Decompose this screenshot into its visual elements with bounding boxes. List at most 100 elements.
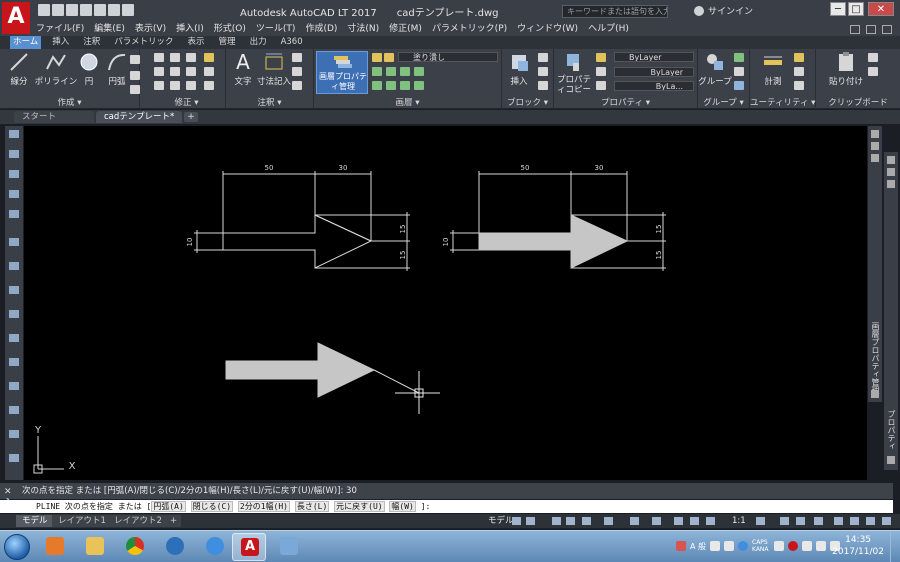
palette-line-icon[interactable] (9, 150, 19, 158)
arrow-outline[interactable] (222, 214, 373, 269)
print-icon[interactable] (94, 4, 106, 16)
new-icon[interactable] (38, 4, 50, 16)
hatch-icon[interactable] (130, 71, 140, 80)
lineweight-icon[interactable] (596, 81, 606, 90)
copy-icon[interactable] (154, 67, 164, 76)
palette-block-icon[interactable] (9, 334, 19, 342)
menu-tools[interactable]: ツール(T) (256, 22, 296, 36)
create-block-icon[interactable] (538, 53, 548, 62)
option-undo[interactable]: 元に戻す(U) (334, 501, 385, 512)
menu-parametric[interactable]: パラメトリック(P) (432, 22, 507, 36)
palette-mtext-icon[interactable] (9, 430, 19, 438)
paste-button[interactable]: 貼り付け (824, 51, 868, 87)
application-menu-button[interactable]: A (2, 2, 30, 34)
properties-palette[interactable]: プロパティ (884, 152, 898, 470)
polar-icon[interactable] (566, 517, 575, 525)
tab-manage[interactable]: 管理 (216, 36, 239, 49)
palette-close-icon[interactable] (871, 130, 879, 138)
search-input[interactable]: キーワードまたは語句を入力 (562, 5, 668, 18)
palette-options-icon[interactable] (871, 154, 879, 162)
tab-layout2[interactable]: レイアウト2 (108, 515, 168, 527)
palette-close-icon[interactable] (9, 130, 19, 138)
layer-properties-button[interactable]: 画層プロパティ管理 (316, 51, 368, 94)
tab-view[interactable]: 表示 (185, 36, 208, 49)
palette-cloud-icon[interactable] (9, 262, 19, 270)
redo-icon[interactable] (122, 4, 134, 16)
group-select-icon[interactable] (734, 81, 744, 90)
menu-draw[interactable]: 作成(D) (305, 22, 337, 36)
attribute-icon[interactable] (538, 81, 548, 90)
array-icon[interactable] (186, 81, 196, 90)
draw-panel-label[interactable]: 作成 ▾ (0, 96, 139, 108)
palette-text-icon[interactable] (9, 406, 19, 414)
option-close[interactable]: 閉じる(C) (190, 501, 234, 512)
open-icon[interactable] (52, 4, 64, 16)
dimension-button[interactable]: 寸法記入 (256, 51, 292, 87)
stretch-icon[interactable] (154, 81, 164, 90)
network-icon[interactable] (816, 541, 826, 551)
polyline-button[interactable]: ポリライン (35, 51, 77, 87)
minimize-button[interactable]: ─ (830, 2, 846, 16)
text-button[interactable]: A 文字 (228, 51, 258, 87)
command-line-input[interactable]: PLINE 次の点を指定 または [円弧(A) 閉じる(C) 2分の1幅(H) … (0, 500, 893, 513)
layer-properties-palette[interactable]: 画層プロパティ管理 (868, 126, 882, 402)
line-button[interactable]: 線分 (4, 51, 34, 87)
isometric-icon[interactable] (604, 517, 613, 525)
save-icon[interactable] (66, 4, 78, 16)
palette-ellipse-icon[interactable] (9, 310, 19, 318)
tab-insert[interactable]: 挿入 (49, 36, 72, 49)
layer-lock-icon[interactable] (386, 81, 396, 90)
clean-screen-icon[interactable] (850, 517, 859, 525)
layer-freeze-icon[interactable] (384, 53, 394, 62)
group-edit-icon[interactable] (734, 67, 744, 76)
drawing-close-button[interactable] (882, 24, 892, 34)
workspace-icon[interactable] (756, 517, 765, 525)
option-width[interactable]: 幅(W) (389, 501, 416, 512)
arrow-in-progress[interactable] (225, 342, 376, 398)
block-panel-label[interactable]: ブロック ▾ (502, 96, 553, 108)
quick-select-icon[interactable] (794, 53, 804, 62)
palette-autohide-icon[interactable] (871, 142, 879, 150)
erase-icon[interactable] (204, 53, 214, 62)
tab-model[interactable]: モデル (16, 515, 54, 527)
save-as-icon[interactable] (80, 4, 92, 16)
menu-edit[interactable]: 編集(E) (94, 22, 125, 36)
linetype-dropdown[interactable]: ByLayer (614, 67, 694, 77)
leader-icon[interactable] (292, 67, 302, 76)
new-tab-button[interactable]: + (184, 112, 198, 122)
palette2-close-icon[interactable] (887, 156, 895, 164)
copy-clip-icon[interactable] (868, 67, 878, 76)
add-layout-button[interactable]: + (166, 515, 182, 527)
fillet-icon[interactable] (186, 67, 196, 76)
tab-output[interactable]: 出力 (247, 36, 270, 49)
mirror-icon[interactable] (170, 67, 180, 76)
groups-panel-label[interactable]: グループ ▾ (698, 96, 749, 108)
linetype-icon[interactable] (596, 67, 606, 76)
clipboard-panel-label[interactable]: クリップボード (816, 96, 900, 108)
autocad-tray-icon[interactable] (788, 541, 798, 551)
layer-match-icon[interactable] (386, 67, 396, 76)
menu-file[interactable]: ファイル(F) (36, 22, 84, 36)
ime-mode-icon[interactable] (724, 541, 734, 551)
palette-rect-icon[interactable] (9, 190, 19, 198)
transparency-icon[interactable] (674, 517, 683, 525)
tab-home[interactable]: ホーム (10, 36, 42, 49)
palette-arc-icon[interactable] (9, 210, 19, 218)
cut-icon[interactable] (868, 53, 878, 62)
undo-icon[interactable] (108, 4, 120, 16)
option-length[interactable]: 長さ(L) (294, 501, 330, 512)
menu-format[interactable]: 形式(O) (214, 22, 246, 36)
lineweight-toggle-icon[interactable] (652, 517, 661, 525)
drawing-restore-button[interactable] (866, 24, 876, 34)
tab-a360[interactable]: A360 (278, 36, 306, 49)
signin-area[interactable]: サインイン (694, 4, 753, 17)
drawing-canvas[interactable]: 50 30 10 15 15 50 30 10 15 15 Y X (24, 126, 867, 480)
ime-indicator[interactable]: A 般 (690, 541, 706, 552)
layer-isolate-icon[interactable] (414, 67, 424, 76)
option-arc[interactable]: 円弧(A) (151, 501, 186, 512)
palette2-autohide-icon[interactable] (887, 168, 895, 176)
rotate-icon[interactable] (170, 53, 180, 62)
rectangle-icon[interactable] (130, 55, 140, 64)
taskbar-autocad[interactable]: A (232, 533, 266, 561)
action-center-icon[interactable] (802, 541, 812, 551)
